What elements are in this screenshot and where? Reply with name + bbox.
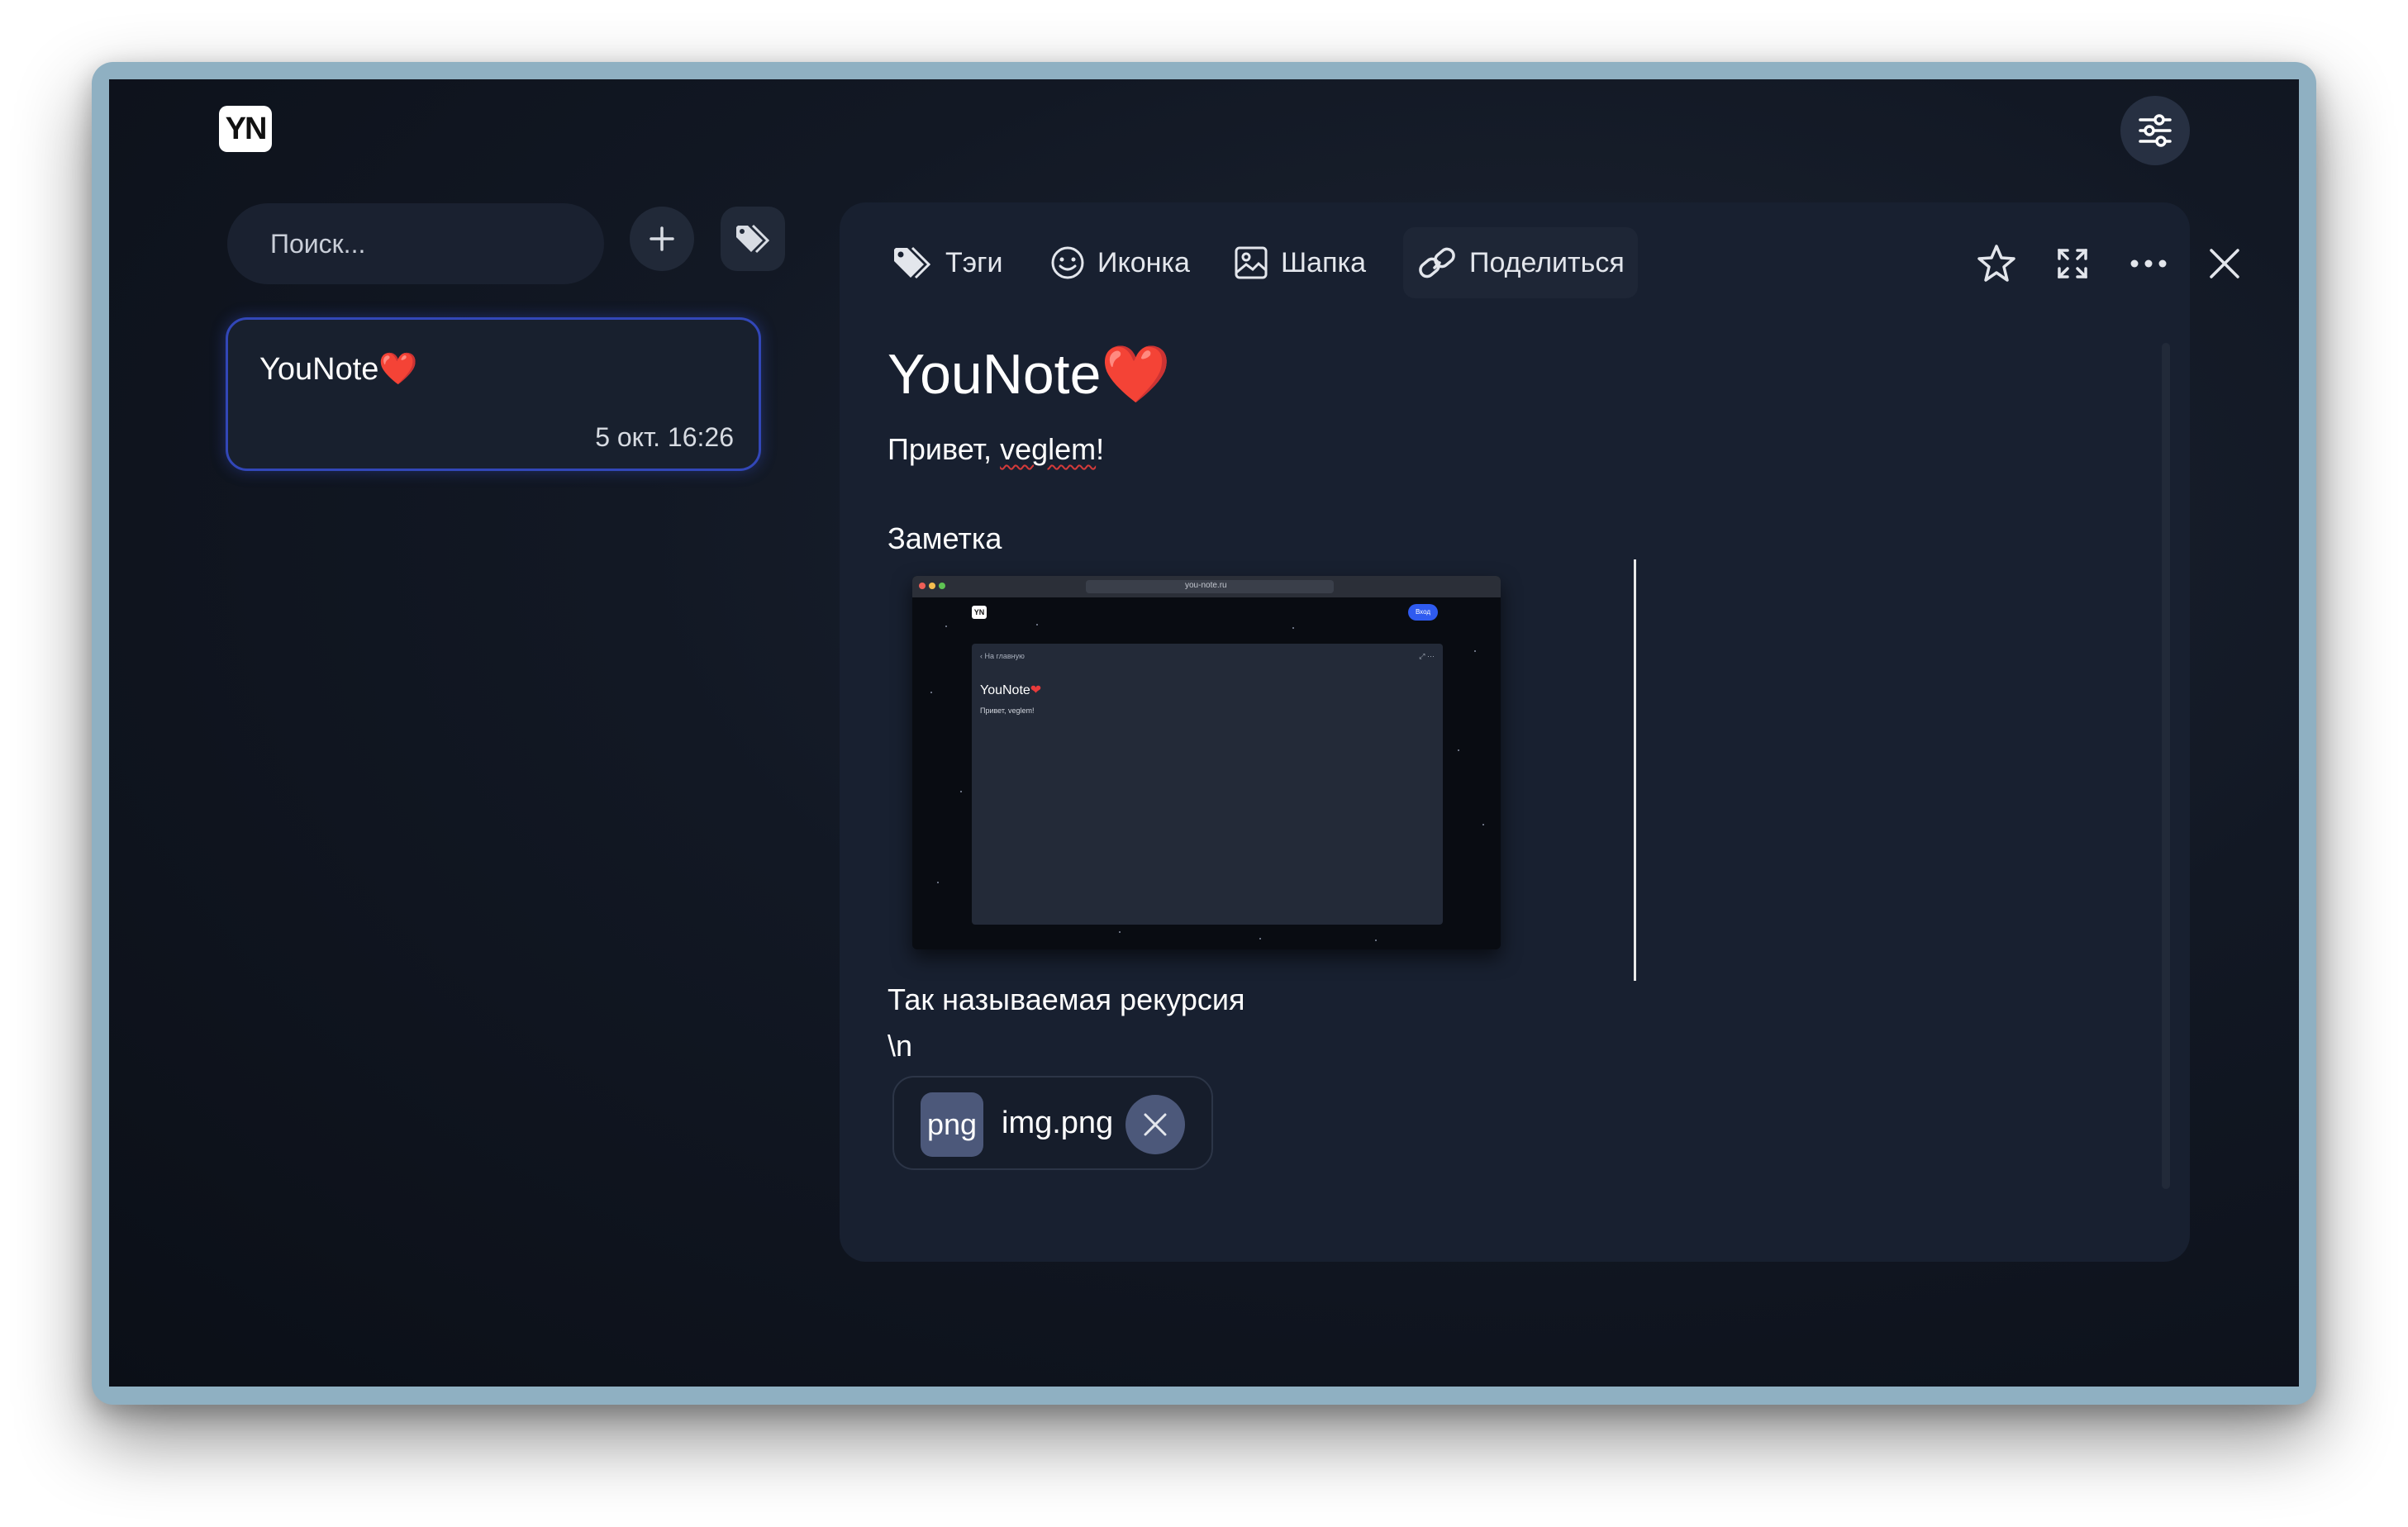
browser-url: you-note.ru: [1185, 581, 1227, 590]
expand-icon: [2058, 249, 2087, 278]
browser-bar: you-note.ru: [912, 576, 1501, 597]
greeting-paragraph[interactable]: Привет, veglem!: [888, 432, 1104, 467]
share-label: Поделиться: [1469, 246, 1625, 278]
image-resize-handle[interactable]: [1634, 559, 1636, 981]
plus-icon: [650, 226, 674, 251]
note-editor-panel: Тэги Иконка Шапка Поделиться YouNote❤️ П…: [840, 202, 2239, 1262]
note-title[interactable]: YouNote❤️: [888, 341, 1171, 407]
note-item-date: 5 окт. 16:26: [595, 422, 734, 452]
app-logo[interactable]: YN: [219, 106, 272, 152]
editor-scrollbar[interactable]: [2162, 343, 2170, 1189]
share-button[interactable]: Поделиться: [1403, 227, 1638, 298]
sliders-icon: [2139, 114, 2172, 147]
editor-toolbar: Тэги Иконка Шапка Поделиться: [840, 202, 2239, 335]
tags-filter-button[interactable]: [721, 207, 785, 271]
image-icon: [1235, 246, 1268, 279]
embedded-back-link: ‹ На главную: [980, 652, 1025, 660]
misspelled-word: veglem: [1000, 432, 1097, 466]
favorite-button[interactable]: [1973, 240, 2020, 287]
note-list-item[interactable]: YouNote❤️ 5 окт. 16:26: [226, 317, 761, 471]
embedded-logo: YN: [972, 606, 987, 619]
tag-icon: [894, 246, 931, 279]
note-item-title: YouNote❤️: [259, 352, 418, 387]
star-icon: [1977, 245, 2015, 282]
embedded-note-title: YouNote❤: [980, 683, 1042, 697]
close-button[interactable]: [2201, 240, 2248, 287]
more-icon: [2130, 259, 2167, 268]
smile-icon: [1051, 246, 1084, 279]
add-note-button[interactable]: [630, 207, 694, 271]
heart-emoji: ❤️: [1101, 343, 1172, 406]
file-attachment[interactable]: png img.png: [892, 1076, 1213, 1170]
app-window: YN YouNote❤️: [109, 79, 2299, 1387]
close-icon: [2210, 249, 2239, 278]
file-type-badge: png: [921, 1092, 983, 1157]
cover-label: Шапка: [1281, 246, 1367, 278]
heart-emoji: ❤️: [378, 352, 418, 387]
escape-text-paragraph[interactable]: \n: [888, 1029, 912, 1063]
more-button[interactable]: [2125, 240, 2172, 287]
cover-button[interactable]: Шапка: [1220, 227, 1379, 298]
embedded-note-card: ‹ На главную YouNote❤ Привет, veglem! ⤢ …: [972, 644, 1443, 925]
link-icon: [1419, 247, 1455, 278]
tags-icon: [736, 224, 770, 254]
tags-label: Тэги: [945, 246, 1003, 278]
icon-label: Иконка: [1097, 246, 1190, 278]
remove-attachment-button[interactable]: [1125, 1095, 1185, 1154]
embedded-note-text: Привет, veglem!: [980, 706, 1035, 715]
caption-paragraph[interactable]: Так называемая рекурсия: [888, 982, 1244, 1017]
file-name: img.png: [1002, 1106, 1114, 1140]
icon-button[interactable]: Иконка: [1036, 227, 1203, 298]
embedded-screenshot[interactable]: you-note.ru YN Вход ‹ На главную YouNote…: [912, 576, 1501, 949]
section-label[interactable]: Заметка: [888, 521, 1002, 556]
close-icon: [1144, 1113, 1167, 1136]
search-input[interactable]: [269, 227, 619, 260]
settings-button[interactable]: [2120, 96, 2190, 165]
tags-button[interactable]: Тэги: [879, 227, 1016, 298]
search-box[interactable]: [227, 203, 619, 284]
fullscreen-button[interactable]: [2049, 240, 2096, 287]
embedded-login-button: Вход: [1408, 604, 1438, 621]
